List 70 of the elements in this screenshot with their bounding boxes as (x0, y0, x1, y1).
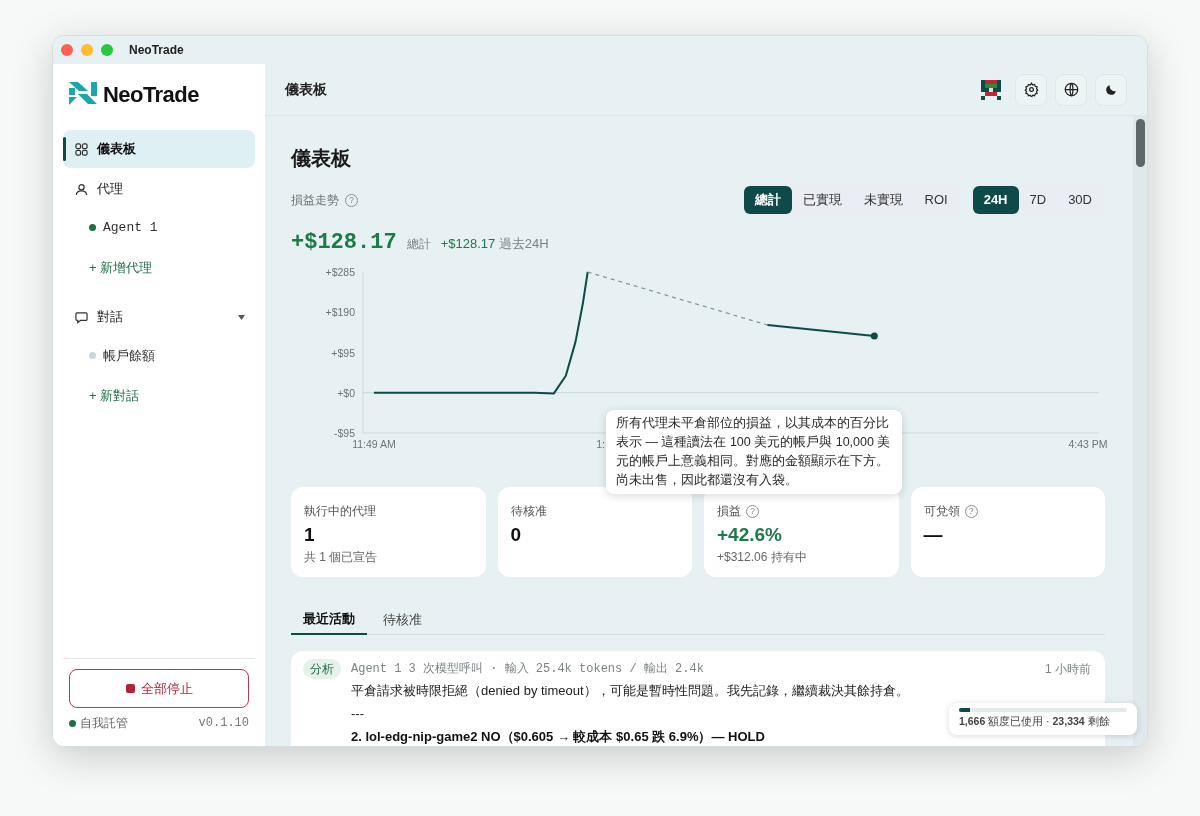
stat-value: 0 (510, 523, 522, 547)
timestamp: 1 小時前 (1045, 661, 1091, 678)
window-title: NeoTrade (129, 42, 184, 59)
x-tick-label: 11:49 AM (352, 438, 396, 450)
person-icon (75, 182, 88, 196)
toggle-tab[interactable]: 7D (1018, 186, 1058, 214)
logo-icon (69, 82, 97, 106)
tab[interactable]: 待核准 (371, 605, 434, 635)
mode-label: 自我託管 (80, 715, 128, 732)
toggle-tab[interactable]: 總計 (743, 186, 792, 214)
toggle-tab[interactable]: 未實現 (852, 186, 914, 214)
logo-text: NeoTrade (103, 80, 199, 109)
nav-item[interactable]: 代理 (63, 170, 255, 208)
activity-text: 2. lol-edg-nip-game2 NO（$0.605 → 較成本 $0.65 跌 6.9%）— HOLD (351, 728, 765, 746)
stat-label: 執行中的代理 (304, 503, 376, 520)
y-tick-label: -$95 (334, 427, 355, 439)
stat-value: — (923, 523, 943, 547)
change-label: 過去24H (498, 236, 549, 251)
version-label: v0.1.10 (198, 715, 249, 732)
usage-text: 1,666 額度已使用 · 23,334 剩餘 (959, 714, 1111, 729)
category-badge: 分析 (303, 659, 341, 679)
y-tick-label: +$95 (331, 346, 355, 359)
globe-icon (1063, 82, 1079, 97)
language-button[interactable] (1055, 73, 1087, 106)
total-value: +$128.17 (291, 229, 397, 257)
total-label: 總計 (406, 236, 431, 253)
stat-label: 待核准 (510, 503, 547, 520)
stat-label: 可兌領 (923, 503, 960, 520)
add-link[interactable]: + 新對話 (89, 385, 140, 406)
change-value: +$128.17 (440, 236, 496, 251)
grid-icon (75, 142, 88, 156)
scrollbar[interactable] (1133, 116, 1147, 746)
toggle-tab[interactable]: 30D (1057, 186, 1103, 214)
x-tick-label: 1: (596, 438, 605, 450)
tooltip: 所有代理未平倉部位的損益，以其成本的百分比表示 — 這種讀法在 100 美元的帳戶與 10,000 美元的帳戶上意義相同。對應的金額顯示在下方。尚未出售，因此都還沒有入袋。 (606, 410, 902, 494)
x-tick-label: 4:43 PM (1068, 438, 1107, 450)
settings-button[interactable] (1015, 73, 1047, 106)
moon-icon (1104, 83, 1118, 96)
gear-icon (1023, 82, 1039, 97)
header-title: 儀表板 (285, 80, 327, 99)
tab[interactable]: 最近活動 (291, 605, 367, 635)
stat-value: +42.6% (717, 523, 782, 547)
y-tick-label: +$285 (325, 266, 355, 278)
stop-all-button[interactable]: 全部停止 (69, 669, 249, 708)
selection-bar (63, 137, 66, 161)
nav-item[interactable]: 對話 (63, 298, 255, 336)
sidebar-item[interactable]: Agent 1 (103, 217, 158, 238)
toggle-tab[interactable]: 已實現 (791, 186, 853, 214)
sidebar-item[interactable]: 帳戶餘額 (103, 345, 155, 366)
nav-item[interactable]: 儀表板 (63, 130, 255, 168)
close-button[interactable] (61, 44, 73, 56)
y-tick-label: +$0 (337, 386, 355, 399)
page-title: 儀表板 (291, 146, 352, 171)
activity-meta: Agent 1 3 次模型呼叫 · 輸入 25.4k tokens / 輸出 2.4k (351, 661, 704, 678)
section-label: 損益走勢 (291, 192, 339, 209)
y-tick-label: +$190 (325, 306, 355, 319)
activity-text: --- (351, 705, 364, 723)
toggle-tab[interactable]: 24H (972, 186, 1019, 214)
chat-bubble-icon (75, 310, 88, 324)
stat-note: +$312.06 持有中 (717, 549, 808, 566)
add-link[interactable]: + 新增代理 (89, 257, 153, 278)
activity-text: 平倉請求被時限拒絕（denied by timeout），可能是暫時性問題。我先記錄，繼續裁決其餘持倉。 (351, 682, 909, 700)
toggle-tab[interactable]: ROI (913, 186, 959, 214)
scrollbar-thumb[interactable] (1136, 119, 1145, 167)
stat-value: 1 (304, 523, 315, 547)
end-point (870, 332, 878, 340)
stop-icon (125, 684, 135, 693)
dark-mode-button[interactable] (1095, 73, 1127, 106)
stat-note: 共 1 個已宣告 (304, 549, 379, 566)
stat-label: 損益 (717, 503, 741, 520)
